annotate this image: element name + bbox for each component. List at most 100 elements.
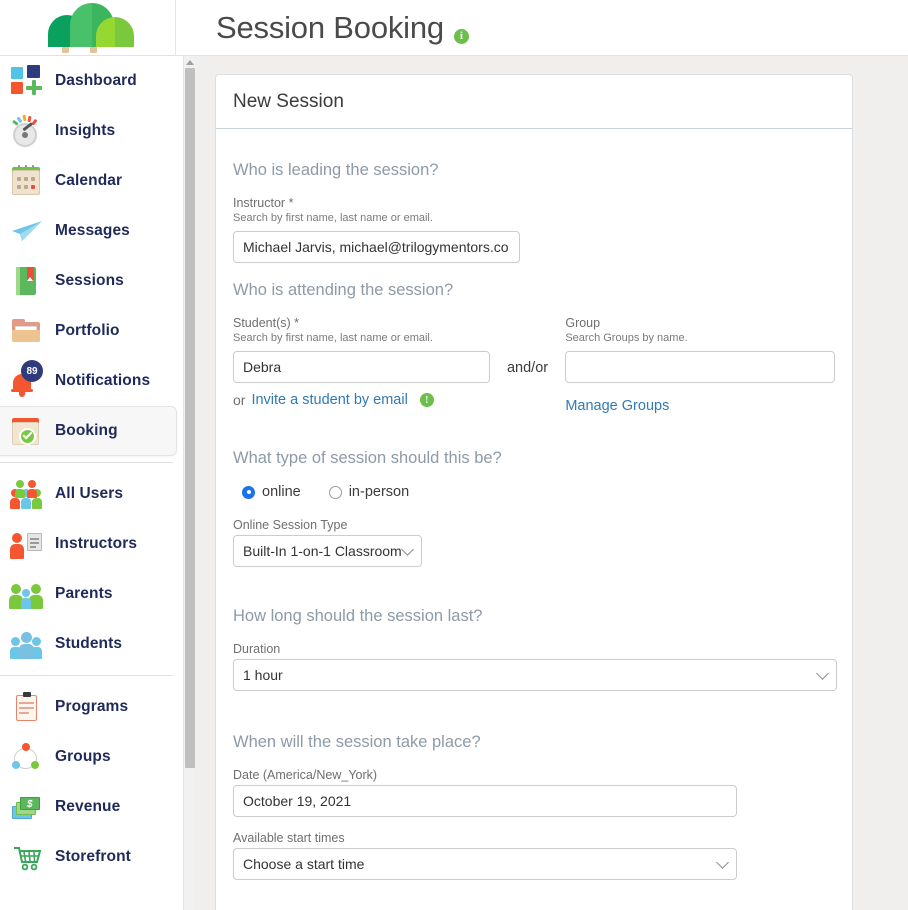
radio-in-person-label: in-person [348, 484, 410, 500]
sidebar-item-parents[interactable]: Parents [0, 569, 183, 619]
calendar-icon [10, 164, 44, 198]
sidebar-item-label: Calendar [55, 172, 123, 189]
sidebar-item-label: Messages [55, 222, 130, 239]
date-input[interactable]: October 19, 2021 [233, 785, 737, 817]
sidebar-scrollbar-track[interactable] [183, 56, 195, 910]
scroll-up-arrow-icon[interactable] [184, 56, 196, 68]
or-text: or [233, 392, 246, 408]
start-time-value: Choose a start time [243, 856, 365, 872]
duration-label: Duration [233, 642, 281, 656]
sidebar-item-label: Instructors [55, 535, 138, 552]
sidebar-item-revenue[interactable]: $ Revenue [0, 782, 183, 832]
sidebar-item-dashboard[interactable]: Dashboard [0, 56, 183, 106]
radio-online-label: online [262, 484, 301, 500]
sidebar-item-label: Insights [55, 122, 116, 139]
notification-badge: 89 [21, 360, 43, 382]
sidebar-item-programs[interactable]: Programs [0, 682, 183, 732]
instructor-hint: Search by first name, last name or email… [233, 212, 433, 224]
sidebar-item-label: Groups [55, 748, 111, 765]
sidebar-item-booking[interactable]: Booking [0, 406, 177, 456]
sidebar-item-label: Booking [55, 422, 118, 439]
sidebar-item-label: Storefront [55, 848, 131, 865]
radio-in-person-dot[interactable] [328, 485, 342, 499]
three-trees-logo-icon [40, 2, 136, 53]
invite-student-link[interactable]: Invite a student by email [251, 392, 407, 408]
sidebar-item-label: Sessions [55, 272, 124, 289]
and-or-label: and/or [506, 360, 549, 376]
chevron-down-icon [401, 542, 414, 556]
instructor-input[interactable]: Michael Jarvis, michael@trilogymentors.c… [233, 231, 520, 263]
sidebar-item-label: Parents [55, 585, 113, 602]
students-hint: Search by first name, last name or email… [233, 332, 433, 344]
attendees-row: Student(s) * Search by first name, last … [233, 316, 835, 415]
book-icon [10, 264, 44, 298]
date-label: Date (America/New_York) [233, 768, 378, 782]
clipboard-icon [10, 690, 44, 724]
online-session-type-select[interactable]: Built-In 1-on-1 Classroom [233, 535, 422, 567]
gauge-icon [10, 114, 44, 148]
money-icon: $ [10, 790, 44, 824]
sidebar-item-instructors[interactable]: Instructors [0, 519, 183, 569]
sidebar-item-calendar[interactable]: Calendar [0, 156, 183, 206]
radio-online[interactable]: online [242, 484, 301, 500]
duration-value: 1 hour [243, 667, 283, 683]
sidebar-item-sessions[interactable]: Sessions [0, 256, 183, 306]
section-heading-when: When will the session take place? [233, 733, 481, 751]
exclamation-info-icon[interactable]: ! [419, 393, 434, 407]
sidebar-item-label: Revenue [55, 798, 121, 815]
group-hint: Search Groups by name. [565, 332, 688, 344]
sidebar-item-messages[interactable]: Messages [0, 206, 183, 256]
sidebar-item-label: Dashboard [55, 72, 137, 89]
section-heading-type: What type of session should this be? [233, 449, 502, 467]
card-title: New Session [233, 90, 344, 112]
sidebar-divider-1 [0, 462, 173, 463]
sidebar-item-notifications[interactable]: 89 Notifications [0, 356, 183, 406]
calendar-check-icon [10, 414, 44, 448]
main-content: New Session Who is leading the session? … [196, 56, 908, 910]
new-session-card: New Session Who is leading the session? … [215, 74, 853, 910]
sidebar-item-groups[interactable]: Groups [0, 732, 183, 782]
students-icon [10, 627, 44, 661]
sidebar-scrollbar-thumb[interactable] [185, 68, 195, 768]
sidebar-item-label: Portfolio [55, 322, 120, 339]
sidebar-divider-2 [0, 675, 173, 676]
card-header: New Session [216, 75, 852, 129]
instructor-label: Instructor * [233, 196, 294, 210]
chevron-down-icon [716, 855, 729, 869]
sidebar-item-label: Notifications [55, 372, 151, 389]
sidebar: Dashboard Insights Calendar Messages Ses… [0, 56, 183, 910]
logo[interactable] [0, 0, 175, 55]
online-session-type-value: Built-In 1-on-1 Classroom [243, 543, 402, 559]
bell-icon: 89 [10, 360, 44, 398]
sidebar-item-storefront[interactable]: Storefront [0, 832, 183, 882]
groups-network-icon [10, 740, 44, 774]
header-divider [175, 0, 176, 56]
info-icon[interactable]: i [453, 28, 469, 44]
section-heading-duration: How long should the session last? [233, 607, 483, 625]
sidebar-item-all-users[interactable]: All Users [0, 469, 183, 519]
manage-groups-link[interactable]: Manage Groups [565, 398, 669, 414]
duration-select[interactable]: 1 hour [233, 659, 837, 691]
radio-online-dot[interactable] [242, 485, 255, 499]
sidebar-item-label: Students [55, 635, 123, 652]
sidebar-item-students[interactable]: Students [0, 619, 183, 669]
parents-icon [9, 577, 44, 611]
students-input[interactable]: Debra [233, 351, 490, 383]
sidebar-item-portfolio[interactable]: Portfolio [0, 306, 183, 356]
shopping-cart-icon [10, 840, 44, 874]
page-title: Session Booking [216, 9, 444, 45]
sidebar-item-insights[interactable]: Insights [0, 106, 183, 156]
group-input[interactable] [565, 351, 835, 383]
paper-plane-icon [10, 214, 44, 248]
instructor-icon [10, 527, 44, 561]
chevron-down-icon [816, 666, 829, 680]
sidebar-item-label: All Users [55, 485, 124, 502]
students-label: Student(s) * [233, 316, 300, 330]
section-heading-attending: Who is attending the session? [233, 281, 454, 299]
start-times-label: Available start times [233, 831, 345, 845]
start-time-select[interactable]: Choose a start time [233, 848, 737, 880]
dashboard-icon [10, 64, 44, 98]
radio-in-person[interactable]: in-person [328, 484, 410, 500]
page-title-wrap: Session Booking i [175, 10, 469, 46]
group-label: Group [565, 316, 601, 330]
